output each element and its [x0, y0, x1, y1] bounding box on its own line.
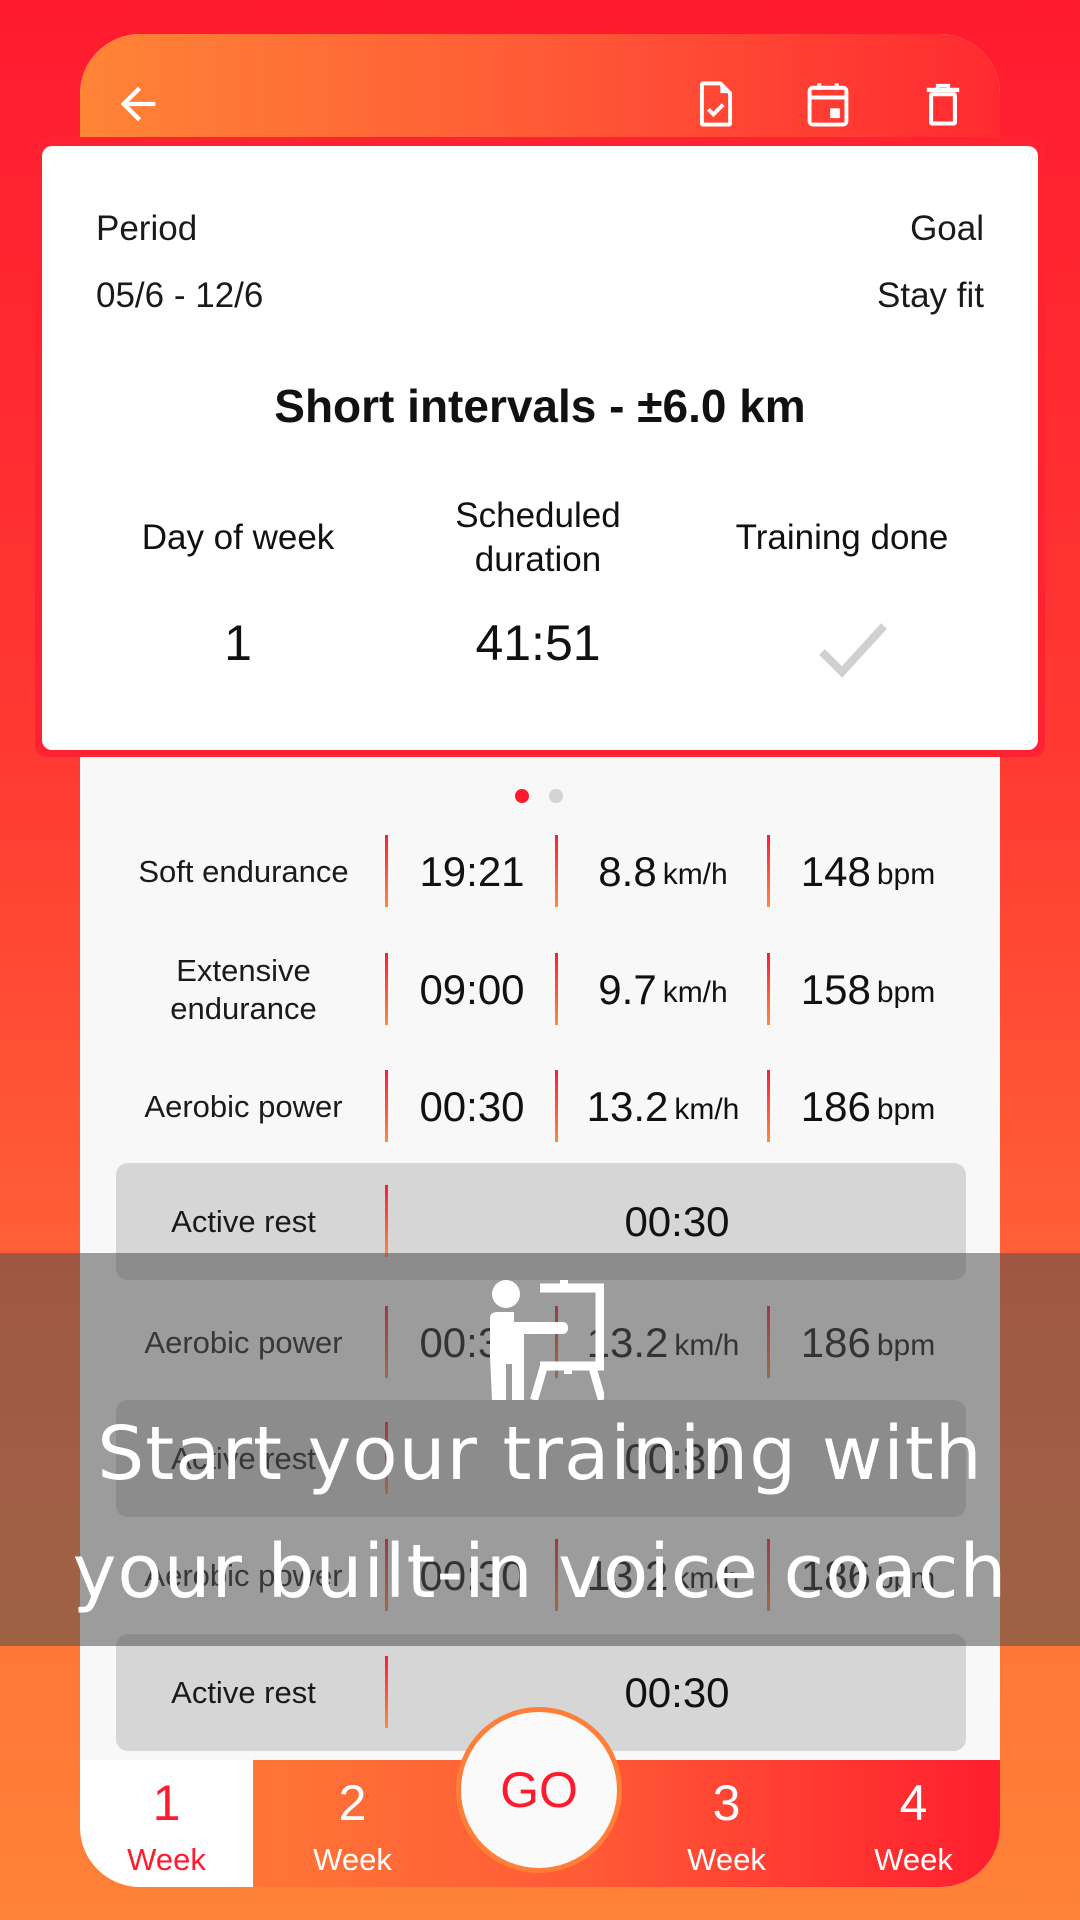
- promo-line-1: Start your training with: [97, 1411, 983, 1497]
- segment-duration: 09:00: [419, 965, 525, 1013]
- segment-name: Active rest: [171, 1674, 316, 1710]
- go-label: GO: [500, 1762, 578, 1818]
- work-segment-row[interactable]: Aerobic power 00:30 13.2km/h 186bpm: [116, 1048, 966, 1165]
- tab-week-2-number: 2: [338, 1775, 367, 1831]
- file-check-icon: [699, 81, 733, 127]
- speed-unit: km/h: [662, 857, 728, 891]
- segment-duration: 00:30: [624, 1197, 730, 1245]
- presentation-coach-icon: [490, 1280, 604, 1400]
- speed-unit: km/h: [662, 975, 728, 1009]
- segment-speed: 13.2: [586, 1082, 669, 1130]
- work-segment-row[interactable]: Extensive endurance 09:00 9.7 km/h 158 bpm: [116, 931, 966, 1048]
- training-done-header: Training done: [735, 518, 949, 557]
- page-dot-2[interactable]: [549, 789, 563, 803]
- workout-title: Short intervals - ±6.0 km: [274, 380, 806, 432]
- tab-week-4[interactable]: 4 Week: [827, 1760, 1000, 1887]
- segment-name: Extensive endurance: [170, 952, 317, 1026]
- tab-week-1-label: Week: [127, 1842, 206, 1877]
- promo-headline: Start your training with your built-in v…: [0, 1395, 1080, 1631]
- goal-value: Stay fit: [877, 276, 984, 315]
- scheduled-duration-value: 41:51: [475, 615, 601, 671]
- segment-heart-rate: 158: [800, 965, 871, 1013]
- period-value: 05/6 - 12/6: [96, 276, 264, 315]
- segment-duration: 00:30: [624, 1668, 730, 1716]
- tab-week-4-label: Week: [874, 1842, 953, 1877]
- schedule-button[interactable]: [798, 74, 858, 134]
- trash-icon: [926, 83, 960, 126]
- segment-heart-rate: 148: [800, 847, 871, 895]
- tab-week-2-label: Week: [313, 1842, 392, 1877]
- segment-speed: 9.7: [598, 965, 657, 1013]
- day-of-week-header: Day of week: [141, 518, 335, 557]
- page-dot-1[interactable]: [515, 789, 529, 803]
- segment-heart-rate: 186: [800, 1082, 871, 1130]
- day-of-week-value: 1: [224, 615, 252, 671]
- goal-label: Goal: [910, 209, 984, 248]
- speed-unit: km/h: [674, 1092, 740, 1126]
- tab-week-3[interactable]: 3 Week: [640, 1760, 813, 1887]
- page-indicator: [515, 789, 563, 803]
- heart-rate-unit: bpm: [876, 1092, 936, 1126]
- tab-week-1-number: 1: [152, 1775, 181, 1831]
- tab-week-3-label: Week: [687, 1842, 766, 1877]
- segment-duration: 00:30: [419, 1082, 525, 1130]
- check-icon: [819, 623, 887, 678]
- summary-card[interactable]: Period 05/6 - 12/6 Goal Stay fit Short i…: [42, 146, 1038, 750]
- go-button[interactable]: GO: [456, 1707, 622, 1873]
- tab-week-3-number: 3: [712, 1775, 741, 1831]
- back-button[interactable]: [108, 74, 168, 134]
- segment-name: Soft endurance: [138, 853, 349, 889]
- tab-week-1[interactable]: 1 Week: [80, 1760, 253, 1887]
- delete-button[interactable]: [913, 74, 973, 134]
- tab-week-4-number: 4: [899, 1775, 928, 1831]
- heart-rate-unit: bpm: [876, 857, 936, 891]
- segment-duration: 19:21: [419, 847, 525, 895]
- segment-speed: 8.8: [598, 847, 657, 895]
- work-segment-row[interactable]: Soft endurance 19:21 8.8 km/h 148 bpm: [116, 813, 966, 930]
- period-label: Period: [96, 209, 198, 248]
- promo-line-2: your built-in voice coach: [72, 1529, 1008, 1615]
- top-app-bar: [80, 34, 1000, 149]
- mark-done-button[interactable]: [686, 74, 746, 134]
- scheduled-duration-header: Scheduled duration: [455, 496, 621, 579]
- heart-rate-unit: bpm: [876, 975, 936, 1009]
- calendar-icon: [807, 83, 849, 127]
- segment-name: Aerobic power: [144, 1088, 343, 1124]
- tab-week-2[interactable]: 2 Week: [266, 1760, 439, 1887]
- arrow-left-icon: [120, 86, 156, 122]
